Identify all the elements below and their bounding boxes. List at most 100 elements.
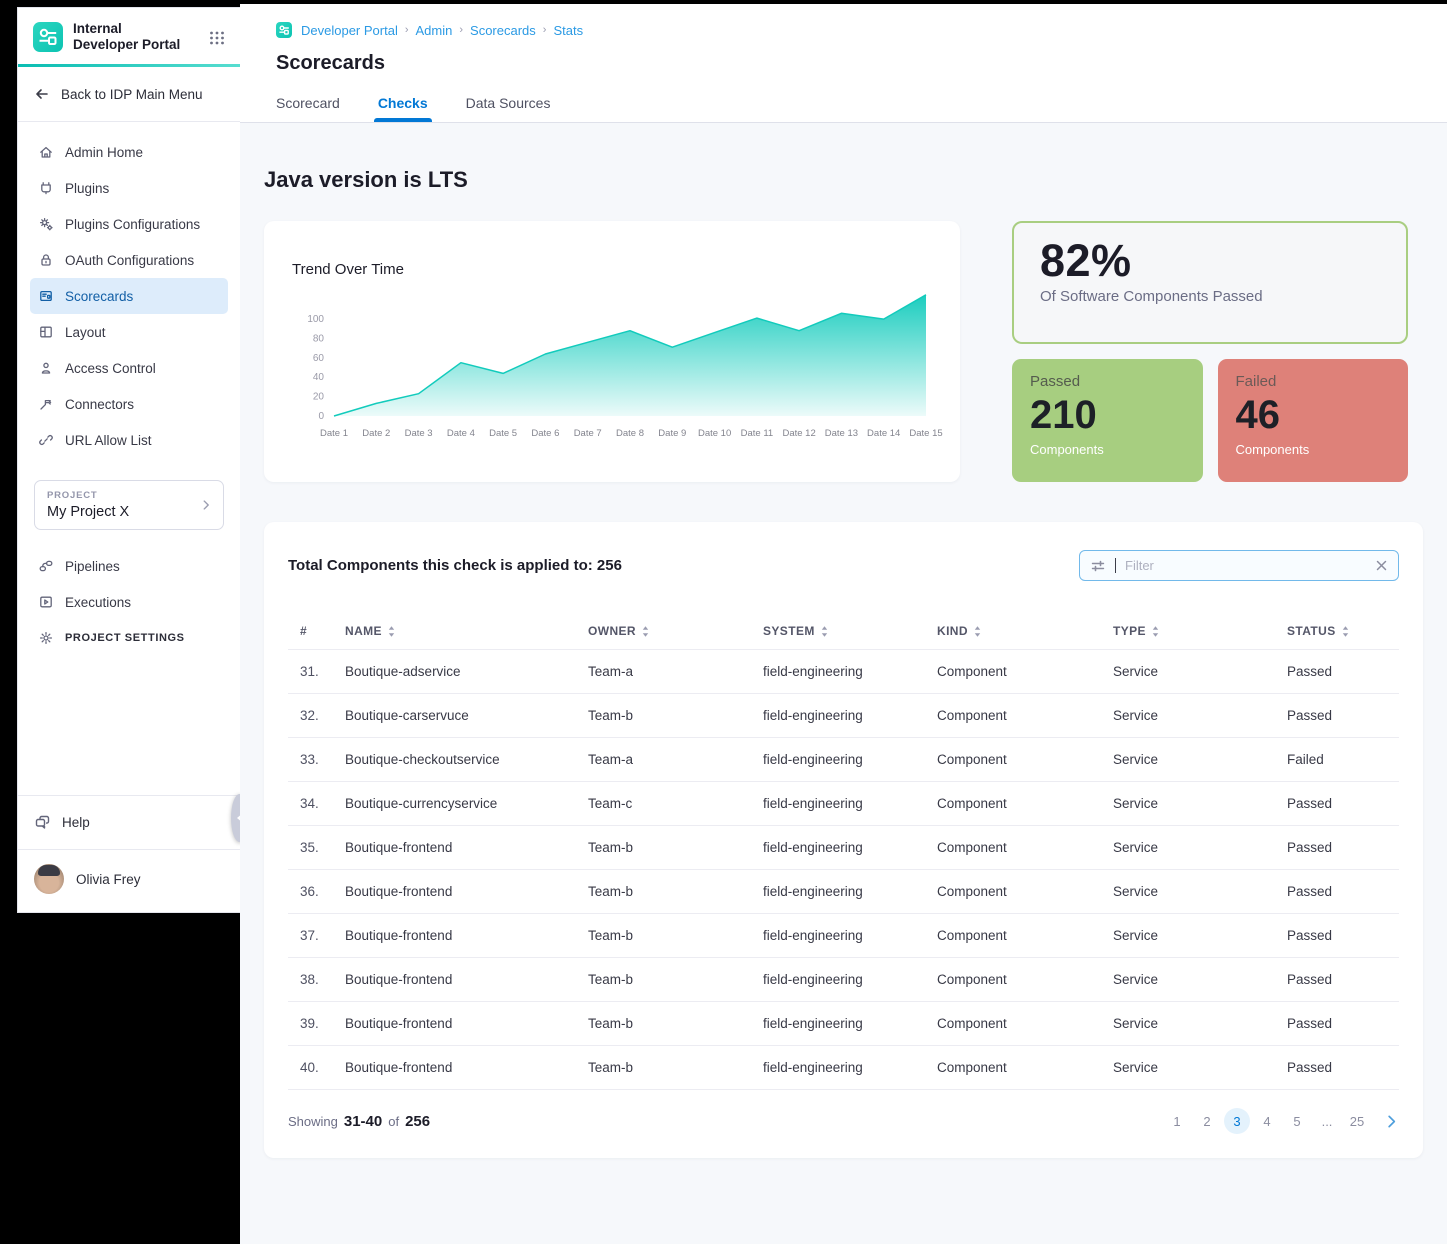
svg-text:Date 8: Date 8 (616, 428, 644, 439)
sidebar-item-access-control[interactable]: Access Control (30, 350, 228, 386)
breadcrumb-link-developer-portal[interactable]: Developer Portal (301, 23, 398, 38)
sidebar-item-plugins-configurations[interactable]: Plugins Configurations (30, 206, 228, 242)
sidebar-item-oauth-configurations[interactable]: OAuth Configurations (30, 242, 228, 278)
cell-type: Service (1113, 796, 1287, 811)
tab-scorecard[interactable]: Scorecard (276, 95, 340, 122)
sidebar-item-label: Admin Home (65, 145, 143, 160)
column-label: TYPE (1113, 624, 1146, 638)
help-button[interactable]: Help (18, 795, 240, 849)
project-name: My Project X (47, 504, 211, 520)
cell-status: Passed (1287, 664, 1399, 679)
failed-card: Failed 46 Components (1218, 359, 1409, 482)
svg-text:Date 4: Date 4 (447, 428, 475, 439)
cell-name: Boutique-carservuce (345, 708, 588, 723)
cell-status: Passed (1287, 972, 1399, 987)
column-header-type[interactable]: TYPE (1113, 624, 1287, 638)
execution-icon (38, 594, 54, 610)
svg-text:Date 3: Date 3 (405, 428, 433, 439)
sidebar-item-plugins[interactable]: Plugins (30, 170, 228, 206)
breadcrumb-link-admin[interactable]: Admin (416, 23, 453, 38)
back-label: Back to IDP Main Menu (61, 87, 203, 102)
showing-total: 256 (405, 1113, 430, 1130)
column-header-kind[interactable]: KIND (937, 624, 1113, 638)
cell-system: field-engineering (763, 752, 937, 767)
column-header-owner[interactable]: OWNER (588, 624, 763, 638)
passed-label: Passed (1030, 373, 1185, 390)
filter-input[interactable] (1125, 558, 1366, 573)
table-row[interactable]: 39. Boutique-frontend Team-b field-engin… (288, 1002, 1399, 1046)
cell-type: Service (1113, 1016, 1287, 1031)
page-button-2[interactable]: 2 (1194, 1108, 1220, 1134)
sidebar-item-admin-home[interactable]: Admin Home (30, 134, 228, 170)
gears-icon (38, 216, 54, 232)
user-menu[interactable]: Olivia Frey (18, 849, 240, 912)
sidebar-item-scorecards[interactable]: Scorecards (30, 278, 228, 314)
column-header-status[interactable]: STATUS (1287, 624, 1399, 638)
cell-system: field-engineering (763, 1016, 937, 1031)
chevron-right-icon (199, 498, 213, 512)
svg-text:Date 9: Date 9 (658, 428, 686, 439)
tab-data-sources[interactable]: Data Sources (466, 95, 551, 122)
column-header-name[interactable]: NAME (345, 624, 588, 638)
column-label: KIND (937, 624, 968, 638)
percent-passed-caption: Of Software Components Passed (1040, 288, 1380, 305)
cell-system: field-engineering (763, 972, 937, 987)
table-row[interactable]: 34. Boutique-currencyservice Team-c fiel… (288, 782, 1399, 826)
next-page-button[interactable] (1384, 1114, 1399, 1129)
page-button-3[interactable]: 3 (1224, 1108, 1250, 1134)
sidebar-item-label: OAuth Configurations (65, 253, 194, 268)
page-button-1[interactable]: 1 (1164, 1108, 1190, 1134)
sidebar-item-pipelines[interactable]: Pipelines (30, 548, 228, 584)
cell-type: Service (1113, 752, 1287, 767)
sort-arrows-icon (973, 625, 982, 638)
table-row[interactable]: 40. Boutique-frontend Team-b field-engin… (288, 1046, 1399, 1090)
idp-mini-logo-icon (276, 22, 292, 38)
cell-status: Failed (1287, 752, 1399, 767)
cell-number: 33. (300, 752, 345, 767)
svg-text:80: 80 (313, 334, 325, 345)
chart-title: Trend Over Time (292, 261, 932, 278)
project-selector[interactable]: PROJECT My Project X (34, 480, 224, 530)
table-row[interactable]: 32. Boutique-carservuce Team-b field-eng… (288, 694, 1399, 738)
table-row[interactable]: 36. Boutique-frontend Team-b field-engin… (288, 870, 1399, 914)
failed-unit: Components (1236, 442, 1391, 457)
trend-chart-card: Trend Over Time 020406080100Date 1Date 2… (264, 221, 960, 482)
main-area: Developer Portal›Admin›Scorecards›Stats … (240, 4, 1447, 1244)
cell-status: Passed (1287, 928, 1399, 943)
breadcrumb-link-stats[interactable]: Stats (553, 23, 583, 38)
breadcrumb: Developer Portal›Admin›Scorecards›Stats (276, 22, 1447, 38)
table-row[interactable]: 35. Boutique-frontend Team-b field-engin… (288, 826, 1399, 870)
sidebar-item-url-allow-list[interactable]: URL Allow List (30, 422, 228, 458)
cell-name: Boutique-frontend (345, 1016, 588, 1031)
app-grid-icon[interactable] (208, 28, 226, 46)
cell-name: Boutique-frontend (345, 884, 588, 899)
sidebar: Internal Developer Portal Back to IDP Ma… (18, 8, 240, 912)
table-row[interactable]: 37. Boutique-frontend Team-b field-engin… (288, 914, 1399, 958)
table-row[interactable]: 38. Boutique-frontend Team-b field-engin… (288, 958, 1399, 1002)
page-button-4[interactable]: 4 (1254, 1108, 1280, 1134)
sidebar-item-executions[interactable]: Executions (30, 584, 228, 620)
cell-owner: Team-b (588, 1016, 763, 1031)
sidebar-item-layout[interactable]: Layout (30, 314, 228, 350)
sidebar-item-connectors[interactable]: Connectors (30, 386, 228, 422)
sidebar-item-label: URL Allow List (65, 433, 152, 448)
cell-number: 39. (300, 1016, 345, 1031)
cell-status: Passed (1287, 1016, 1399, 1031)
table-header-row: # NAME OWNER SYSTEM KIND TYPE STATUS (288, 613, 1399, 649)
page-button-25[interactable]: 25 (1344, 1108, 1370, 1134)
clear-filter-icon[interactable] (1375, 559, 1388, 572)
sidebar-nav: Admin Home Plugins Plugins Configuration… (18, 122, 240, 458)
column-label: STATUS (1287, 624, 1336, 638)
back-to-idp-main-menu[interactable]: Back to IDP Main Menu (18, 67, 240, 122)
table-row[interactable]: 31. Boutique-adservice Team-a field-engi… (288, 650, 1399, 694)
column-header-system[interactable]: SYSTEM (763, 624, 937, 638)
cell-type: Service (1113, 972, 1287, 987)
page-button-5[interactable]: 5 (1284, 1108, 1310, 1134)
breadcrumb-link-scorecards[interactable]: Scorecards (470, 23, 536, 38)
svg-text:Date 7: Date 7 (574, 428, 602, 439)
tab-checks[interactable]: Checks (378, 95, 428, 122)
sidebar-item-project-settings[interactable]: PROJECT SETTINGS (30, 620, 228, 656)
table-row[interactable]: 33. Boutique-checkoutservice Team-a fiel… (288, 738, 1399, 782)
showing-range: 31-40 (344, 1113, 382, 1130)
cell-name: Boutique-adservice (345, 664, 588, 679)
